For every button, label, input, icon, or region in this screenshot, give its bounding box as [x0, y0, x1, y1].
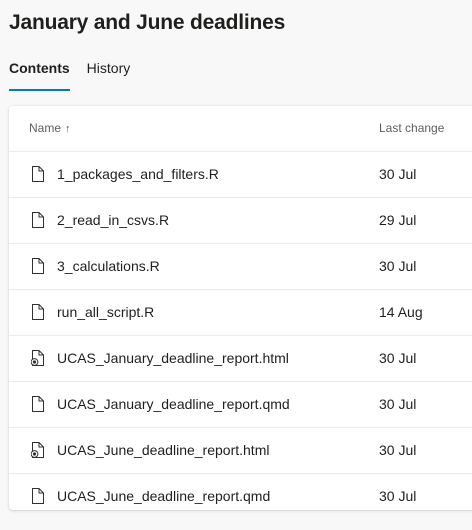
name-column-header[interactable]: Name ↑ [29, 121, 71, 135]
file-web-icon [30, 350, 44, 366]
file-rows: 1_packages_and_filters.R 30 Jul 2_read_in_… [9, 152, 472, 519]
file-icon [31, 396, 44, 412]
table-row[interactable]: 3_calculations.R 30 Jul [9, 244, 472, 290]
file-name[interactable]: 3_calculations.R [57, 258, 160, 274]
table-row[interactable]: UCAS_June_deadline_report.qmd 30 Jul [9, 474, 472, 519]
file-name[interactable]: 2_read_in_csvs.R [57, 212, 169, 228]
file-name[interactable]: UCAS_June_deadline_report.qmd [57, 488, 270, 504]
file-list: Name ↑ Last change 1_packages_and_filters… [9, 106, 472, 510]
file-icon [31, 488, 44, 504]
last-change-date: 30 Jul [379, 396, 417, 412]
file-icon [31, 258, 44, 274]
last-change-date: 30 Jul [379, 166, 417, 182]
file-name[interactable]: UCAS_June_deadline_report.html [57, 442, 269, 458]
file-name[interactable]: UCAS_January_deadline_report.html [57, 350, 289, 366]
last-change-date: 29 Jul [379, 212, 417, 228]
file-name[interactable]: UCAS_January_deadline_report.qmd [57, 396, 290, 412]
table-row[interactable]: UCAS_January_deadline_report.html 30 Jul [9, 336, 472, 382]
tab-history[interactable]: History [87, 59, 131, 91]
page-title: January and June deadlines [9, 11, 286, 34]
last-change-date: 30 Jul [379, 442, 417, 458]
arrow-up-icon: ↑ [65, 123, 71, 135]
table-row[interactable]: UCAS_June_deadline_report.html 30 Jul [9, 428, 472, 474]
table-row[interactable]: 2_read_in_csvs.R 29 Jul [9, 198, 472, 244]
last-change-date: 30 Jul [379, 350, 417, 366]
last-change-column-header: Last change [379, 121, 445, 135]
table-row[interactable]: UCAS_January_deadline_report.qmd 30 Jul [9, 382, 472, 428]
table-header: Name ↑ Last change [9, 106, 472, 152]
table-row[interactable]: 1_packages_and_filters.R 30 Jul [9, 152, 472, 198]
tab-bar: Contents History [9, 59, 147, 91]
table-row[interactable]: run_all_script.R 14 Aug [9, 290, 472, 336]
last-change-date: 30 Jul [379, 258, 417, 274]
file-name[interactable]: 1_packages_and_filters.R [57, 166, 219, 182]
tab-contents[interactable]: Contents [9, 59, 70, 91]
file-web-icon [30, 442, 44, 458]
file-icon [31, 212, 44, 228]
last-change-date: 14 Aug [379, 304, 423, 320]
file-icon [31, 166, 44, 182]
last-change-date: 30 Jul [379, 488, 417, 504]
name-column-label: Name [29, 121, 62, 135]
file-icon [31, 304, 44, 320]
file-name[interactable]: run_all_script.R [57, 304, 154, 320]
